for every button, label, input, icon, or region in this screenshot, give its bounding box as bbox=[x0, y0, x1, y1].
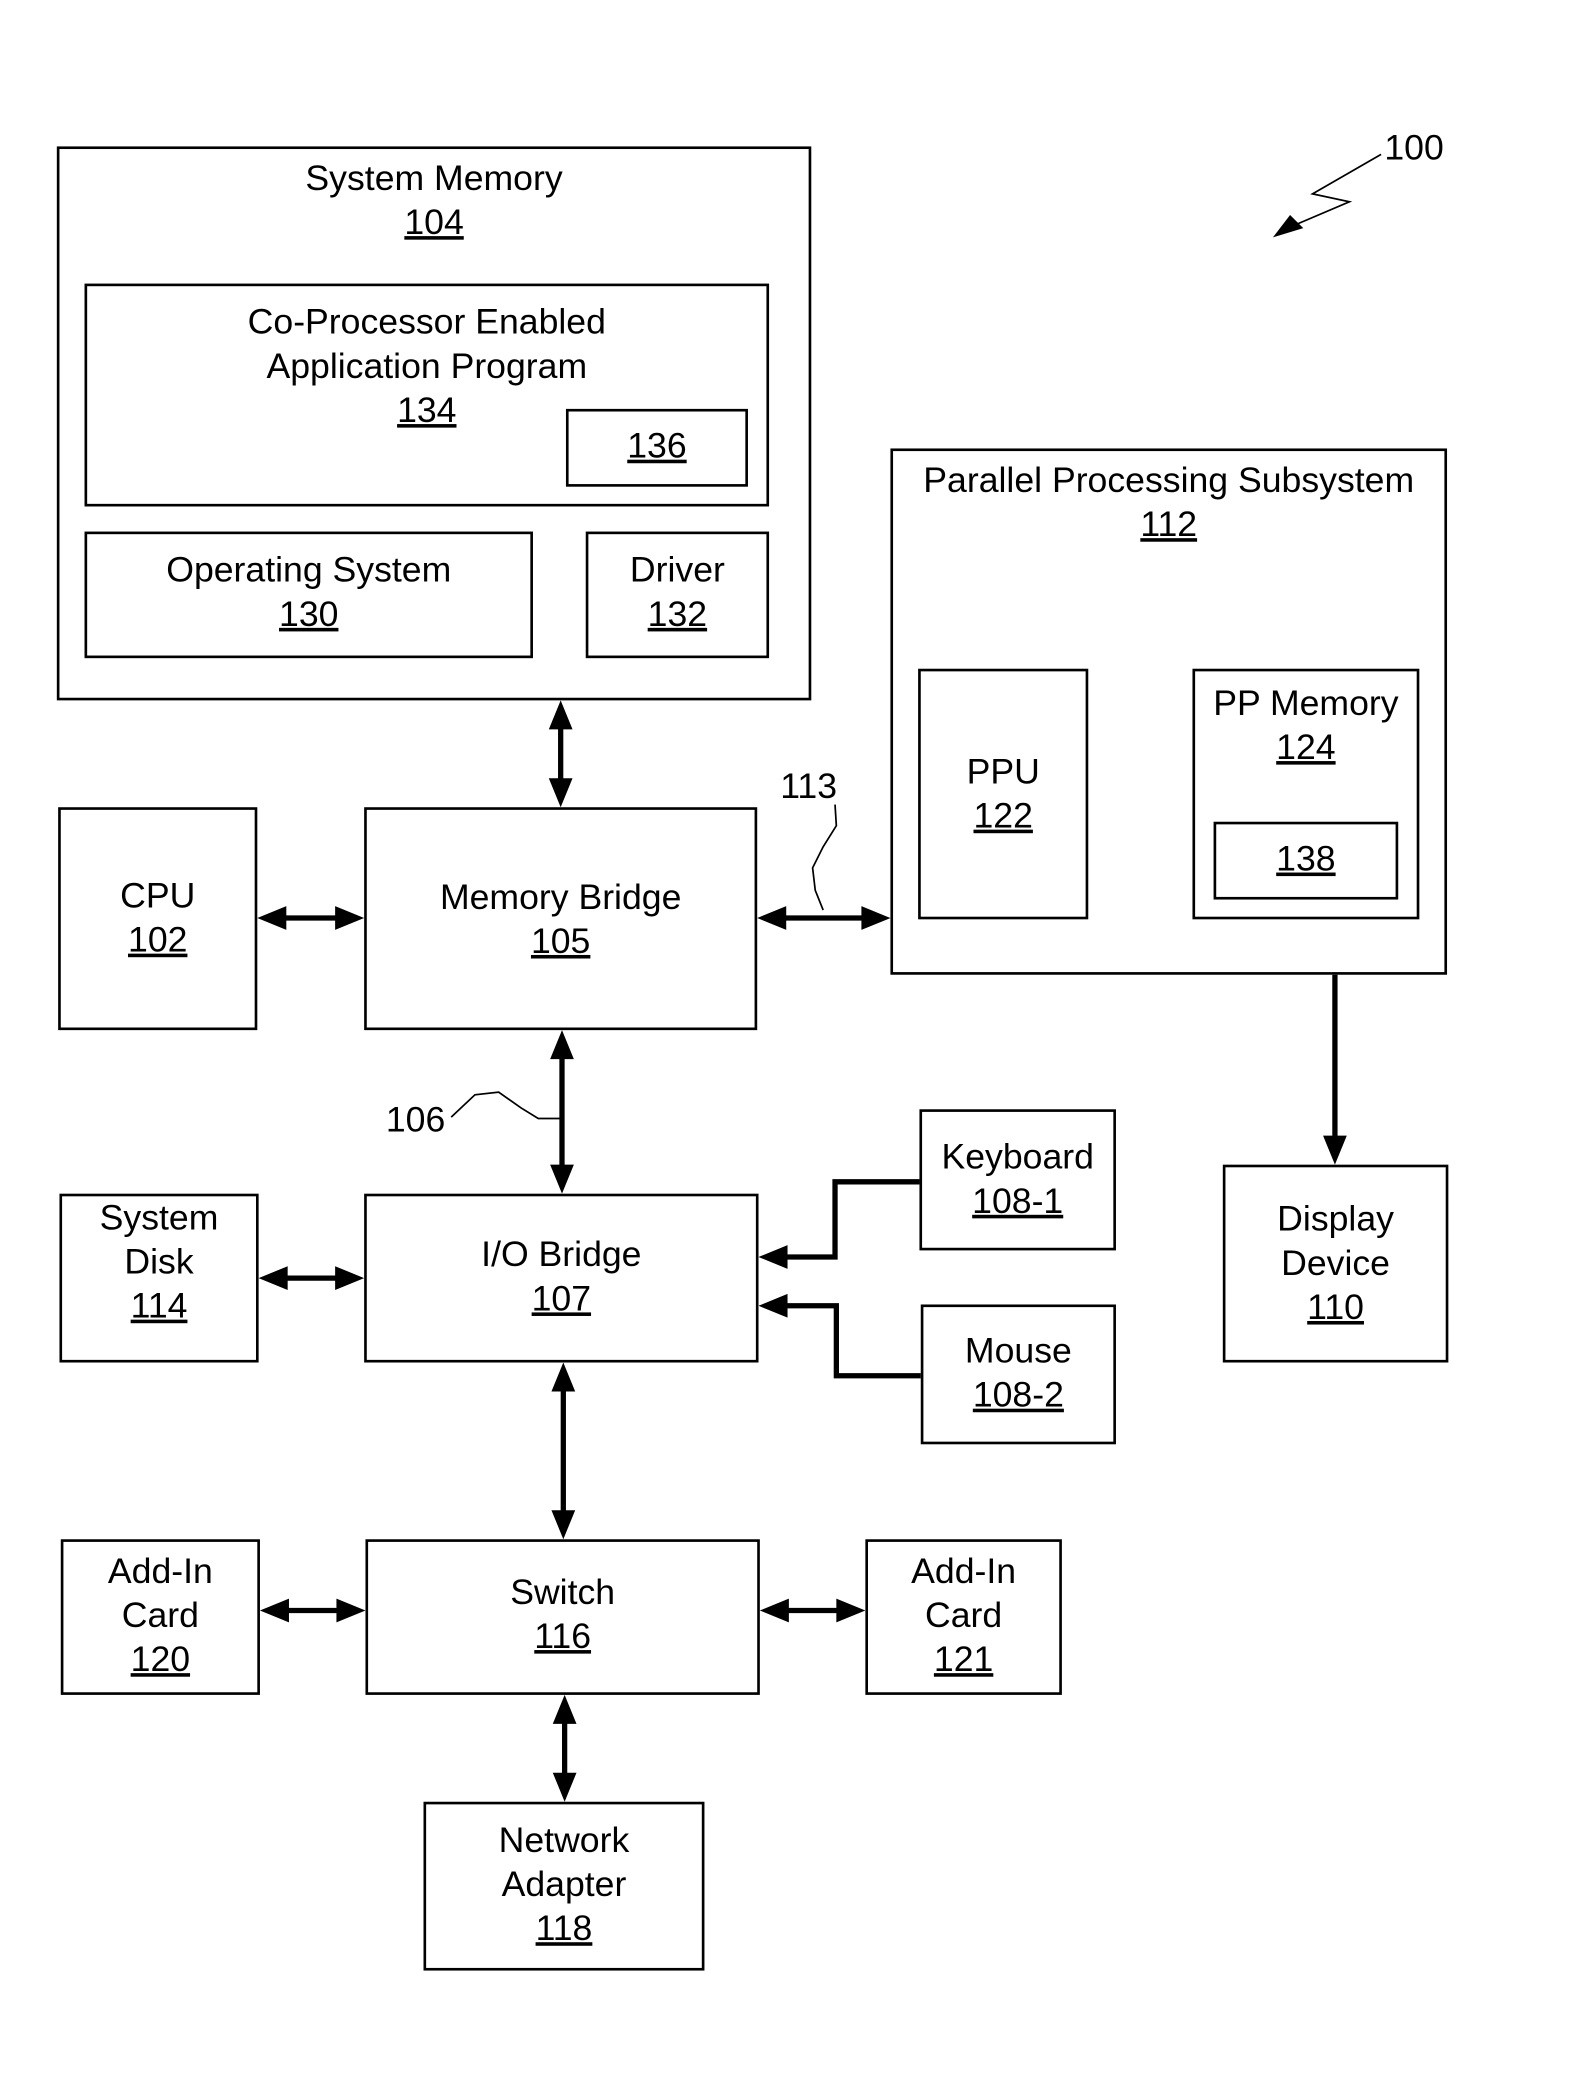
ppu-title-line: PPU bbox=[967, 751, 1040, 791]
figure-pointer-line bbox=[1296, 153, 1382, 226]
addin120-switch-arrow-arrowhead-right bbox=[336, 1598, 366, 1623]
system-block-diagram: System Memory104 Co-Processor EnabledAppl… bbox=[56, 128, 1449, 1971]
component-io-bridge: I/O Bridge107 bbox=[364, 1193, 759, 1363]
pp-memory-ref-number: 124 bbox=[1276, 727, 1335, 767]
component-switch: Switch116 bbox=[365, 1539, 760, 1695]
cpu-ref-number: 102 bbox=[128, 920, 187, 960]
component-add-in-card-1: Add-InCard120 bbox=[60, 1539, 260, 1695]
pp-memory-title-line: PP Memory bbox=[1213, 683, 1399, 723]
component-add-in-card-2: Add-InCard121 bbox=[865, 1539, 1062, 1695]
pp-sub-ref-number: 138 bbox=[1276, 839, 1335, 879]
network-adapter-ref-number: 118 bbox=[536, 1908, 593, 1948]
component-driver: Driver132 bbox=[585, 531, 770, 659]
lightning-arrow-icon bbox=[1272, 214, 1304, 238]
component-network-adapter: NetworkAdapter118 bbox=[423, 1801, 705, 1971]
add-in-card-1-title-line: Card bbox=[122, 1595, 199, 1635]
operating-system-ref-number: 130 bbox=[279, 594, 338, 634]
driver-ref-number: 132 bbox=[648, 594, 707, 634]
component-system-disk: SystemDisk 114 bbox=[59, 1193, 259, 1363]
io-bridge-ref-number: 107 bbox=[532, 1278, 591, 1318]
ppu-ref-number: 122 bbox=[973, 796, 1032, 836]
network-adapter-title-line: Network bbox=[499, 1820, 630, 1860]
mouse-arrowhead bbox=[758, 1293, 788, 1318]
add-in-card-2-title-line: Add-In bbox=[911, 1551, 1016, 1591]
switch-network-arrow-arrowhead-top bbox=[552, 1694, 577, 1724]
pps-ref-number: 112 bbox=[1140, 504, 1197, 544]
display-device-title-line: Display bbox=[1277, 1199, 1394, 1239]
add-in-card-2-ref-number: 121 bbox=[934, 1639, 993, 1679]
add-in-card-1-ref-number: 120 bbox=[131, 1639, 190, 1679]
keyboard-iobridge-arrow bbox=[780, 1179, 920, 1260]
switch-network-arrow-arrowhead-bottom bbox=[552, 1772, 577, 1802]
pps-title-line: Parallel Processing Subsystem bbox=[923, 460, 1414, 500]
component-ppu: PPU 122 bbox=[918, 668, 1089, 920]
switch-ref-number: 116 bbox=[534, 1616, 591, 1656]
add-in-card-2-title-line: Card bbox=[925, 1595, 1002, 1635]
system-disk-title-line: Disk bbox=[124, 1241, 193, 1281]
cpu-membridge-arrow-arrowhead-right bbox=[335, 906, 365, 930]
component-app-sub: 136 bbox=[565, 408, 748, 487]
disk-iobridge-arrow-arrowhead-right bbox=[335, 1266, 365, 1290]
memory-bridge-box bbox=[364, 807, 758, 1031]
cpu-membridge-arrow-arrowhead-left bbox=[257, 906, 287, 930]
display-device-title-line: Device bbox=[1281, 1243, 1390, 1283]
system-memory-title-line: System Memory bbox=[305, 158, 562, 198]
membridge-iobridge-arrow-arrowhead-bottom bbox=[550, 1164, 574, 1194]
bus-113-leader bbox=[811, 804, 838, 911]
operating-system-title-line: Operating System bbox=[166, 550, 451, 590]
app-program-title-line: Application Program bbox=[266, 346, 587, 386]
app-program-title-line: Co-Processor Enabled bbox=[248, 302, 606, 342]
cpu-title-line: CPU bbox=[120, 875, 195, 915]
keyboard-arrowhead bbox=[758, 1245, 788, 1269]
driver-title-line: Driver bbox=[630, 550, 725, 590]
iobridge-switch-arrow-arrowhead-top bbox=[551, 1362, 576, 1392]
component-mouse: Mouse108-2 bbox=[920, 1304, 1116, 1445]
memory-bridge-ref-number: 105 bbox=[531, 921, 590, 961]
component-display-device: DisplayDevice110 bbox=[1222, 1164, 1449, 1363]
iobridge-switch-arrow-arrowhead-bottom bbox=[551, 1510, 576, 1540]
network-adapter-title-line: Adapter bbox=[502, 1864, 627, 1904]
component-memory-bridge: Memory Bridge105 bbox=[364, 807, 758, 1031]
component-cpu: CPU 102 bbox=[58, 807, 258, 1031]
membridge-pps-arrow-arrowhead-right bbox=[861, 906, 891, 930]
system-disk-ref-number: 114 bbox=[131, 1286, 188, 1326]
sysmem-membridge-arrow-arrowhead-top bbox=[548, 700, 573, 730]
add-in-card-1-title-line: Add-In bbox=[108, 1551, 213, 1591]
system-disk-title-line: System bbox=[100, 1197, 219, 1237]
keyboard-ref-number: 108-1 bbox=[972, 1181, 1063, 1221]
sysmem-membridge-arrow-arrowhead-bottom bbox=[548, 778, 573, 808]
mouse-title-line: Mouse bbox=[965, 1331, 1072, 1371]
display-device-ref-number: 110 bbox=[1307, 1287, 1364, 1327]
component-pp-sub: 138 bbox=[1213, 821, 1399, 900]
components-layer: System Memory104 Co-Processor EnabledAppl… bbox=[56, 146, 1449, 1971]
memory-bridge-title-line: Memory Bridge bbox=[440, 877, 681, 917]
pps-display-arrowhead bbox=[1323, 1135, 1347, 1165]
addin120-switch-arrow-arrowhead-left bbox=[259, 1598, 289, 1623]
keyboard-title-line: Keyboard bbox=[941, 1137, 1093, 1177]
bus-106-leader bbox=[450, 1091, 561, 1120]
switch-addin121-arrow-arrowhead-right bbox=[836, 1598, 866, 1623]
bus-label-113: 113 bbox=[780, 766, 837, 806]
component-keyboard: Keyboard108-1 bbox=[919, 1109, 1116, 1251]
mouse-ref-number: 108-2 bbox=[973, 1375, 1064, 1415]
bus-label-106: 106 bbox=[386, 1100, 445, 1140]
figure-reference-label: 100 bbox=[1384, 128, 1443, 168]
component-operating-system: Operating System130 bbox=[84, 531, 533, 659]
app-program-ref-number: 134 bbox=[397, 390, 456, 430]
ppu-box bbox=[918, 668, 1089, 920]
membridge-pps-arrow-arrowhead-left bbox=[757, 906, 787, 930]
app-sub-ref-number: 136 bbox=[627, 426, 686, 466]
membridge-iobridge-arrow-arrowhead-top bbox=[550, 1030, 574, 1060]
disk-iobridge-arrow-arrowhead-left bbox=[258, 1266, 288, 1290]
mouse-iobridge-arrow bbox=[780, 1303, 921, 1379]
system-memory-ref-number: 104 bbox=[404, 202, 463, 242]
switch-title-line: Switch bbox=[510, 1572, 615, 1612]
io-bridge-title-line: I/O Bridge bbox=[481, 1234, 641, 1274]
switch-addin121-arrow-arrowhead-left bbox=[759, 1598, 789, 1623]
